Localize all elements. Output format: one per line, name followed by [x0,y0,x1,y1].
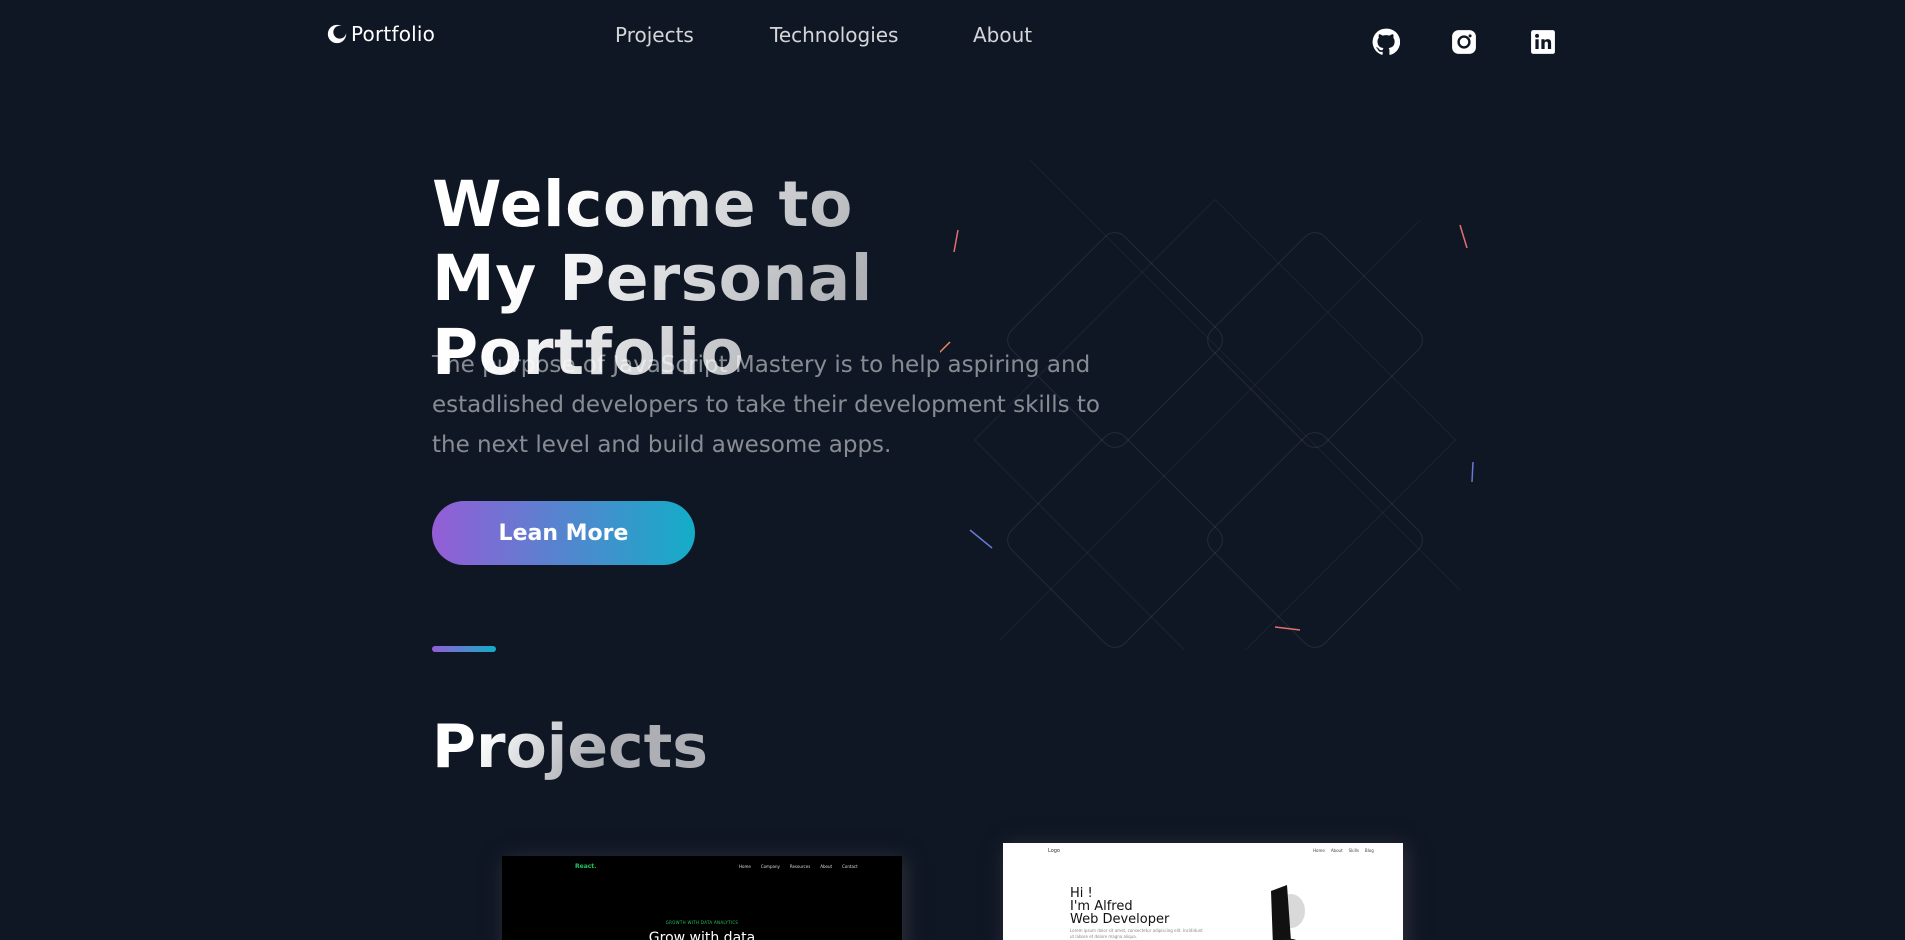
card2-nav-item: Home [1313,848,1325,853]
project-card-1[interactable]: React. Home Company Resources About Cont… [502,856,902,940]
linkedin-link[interactable] [1528,27,1558,57]
nav-about[interactable]: About [973,23,1032,47]
card2-greeting: Hi ! I'm Alfred Web Developer [1070,887,1169,926]
section-divider [432,646,496,652]
logo-text: Portfolio [351,22,436,46]
card1-nav-item: Company [760,864,780,869]
card1-nav-item: Home [739,864,751,869]
project-card-2[interactable]: Logo Home About Skills Blog Hi ! I'm Alf… [1003,843,1403,940]
card2-logo: Logo [1048,848,1060,854]
linkedin-icon [1531,30,1555,54]
instagram-icon [1452,30,1476,54]
card1-nav-item: About [820,864,833,869]
card2-subtext: Lorem ipsum dolor sit amet, consectetur … [1070,928,1203,939]
instagram-link[interactable] [1449,27,1479,57]
hero-description: The purpose of JavaScript Mastery is to … [432,352,1100,458]
card1-nav-item: Contact [842,864,858,869]
logo-link[interactable]: Portfolio [326,22,435,46]
projects-title: Projects [432,712,709,782]
card2-nav-item: About [1330,848,1343,853]
card1-brand: React. [575,863,597,870]
card2-role: Web Developer [1070,912,1170,927]
card2-nav-item: Skills [1348,848,1359,853]
portfolio-page: Portfolio Projects Technologies About We… [0,0,1905,940]
learn-more-button[interactable]: Lean More [432,501,695,565]
nav-technologies[interactable]: Technologies [770,23,898,47]
card1-headline: Grow with data [648,930,756,940]
card1-kicker: GROWTH WITH DATA ANALYTICS [665,920,739,925]
logo-icon [327,24,347,44]
card2-nav-item: Blog [1364,848,1374,853]
card2-portrait-image [1271,885,1305,940]
card1-nav-item: Resources [789,864,811,869]
github-link[interactable] [1371,27,1401,57]
github-icon [1372,28,1400,55]
card2-nav: Home About Skills Blog [1313,848,1374,853]
card1-nav: Home Company Resources About Contact [739,864,858,869]
hero-title-line-1: Welcome to [432,168,853,241]
nav-projects[interactable]: Projects [615,23,694,47]
header: Portfolio Projects Technologies About [0,0,1905,70]
